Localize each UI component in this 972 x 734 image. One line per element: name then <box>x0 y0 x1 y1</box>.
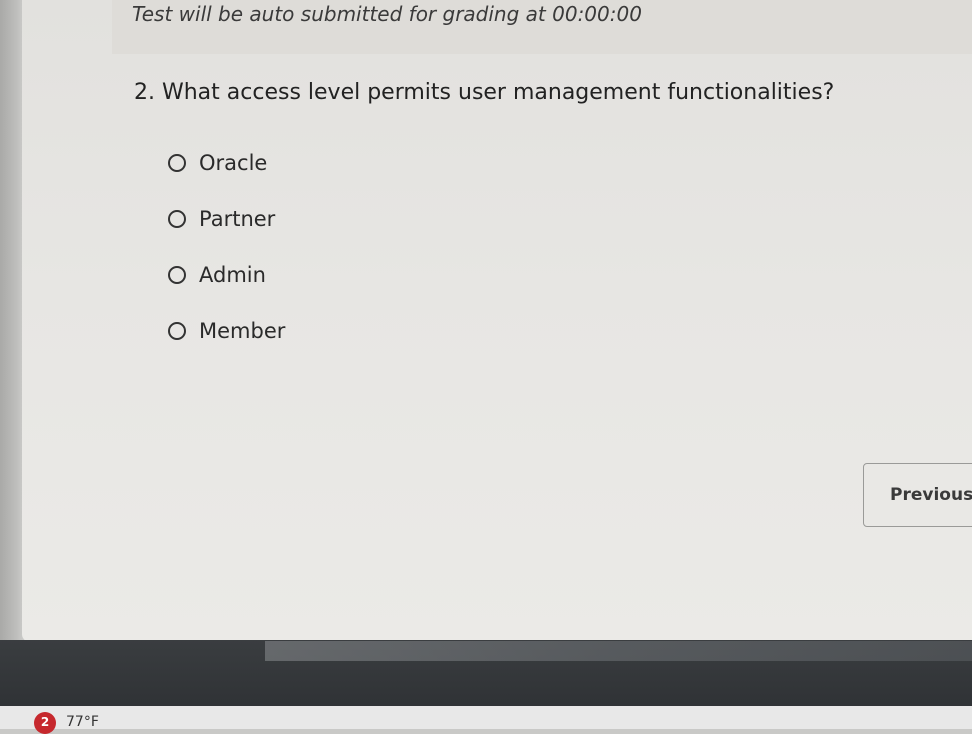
radio-button[interactable] <box>168 154 186 172</box>
radio-button[interactable] <box>168 322 186 340</box>
radio-button[interactable] <box>168 210 186 228</box>
answer-option-partner[interactable]: Partner <box>168 202 285 236</box>
option-label: Oracle <box>199 151 268 175</box>
answer-option-member[interactable]: Member <box>168 314 285 348</box>
taskbar <box>0 706 972 729</box>
weather-notification-badge[interactable]: 2 <box>34 712 56 734</box>
radio-button[interactable] <box>168 266 186 284</box>
option-label: Partner <box>199 207 276 231</box>
option-label: Member <box>199 319 286 343</box>
auto-submit-notice: Test will be auto submitted for grading … <box>132 2 642 26</box>
question-text: 2. What access level permits user manage… <box>134 80 835 105</box>
answer-options: Oracle Partner Admin Member <box>168 146 285 370</box>
answer-option-oracle[interactable]: Oracle <box>168 146 285 180</box>
previous-button[interactable]: Previous <box>863 463 972 527</box>
weather-temperature[interactable]: 77°F <box>66 714 99 730</box>
answer-option-admin[interactable]: Admin <box>168 258 285 292</box>
screen-edge-reflection <box>265 641 972 661</box>
quiz-page: Test will be auto submitted for grading … <box>22 0 972 642</box>
option-label: Admin <box>199 263 266 287</box>
